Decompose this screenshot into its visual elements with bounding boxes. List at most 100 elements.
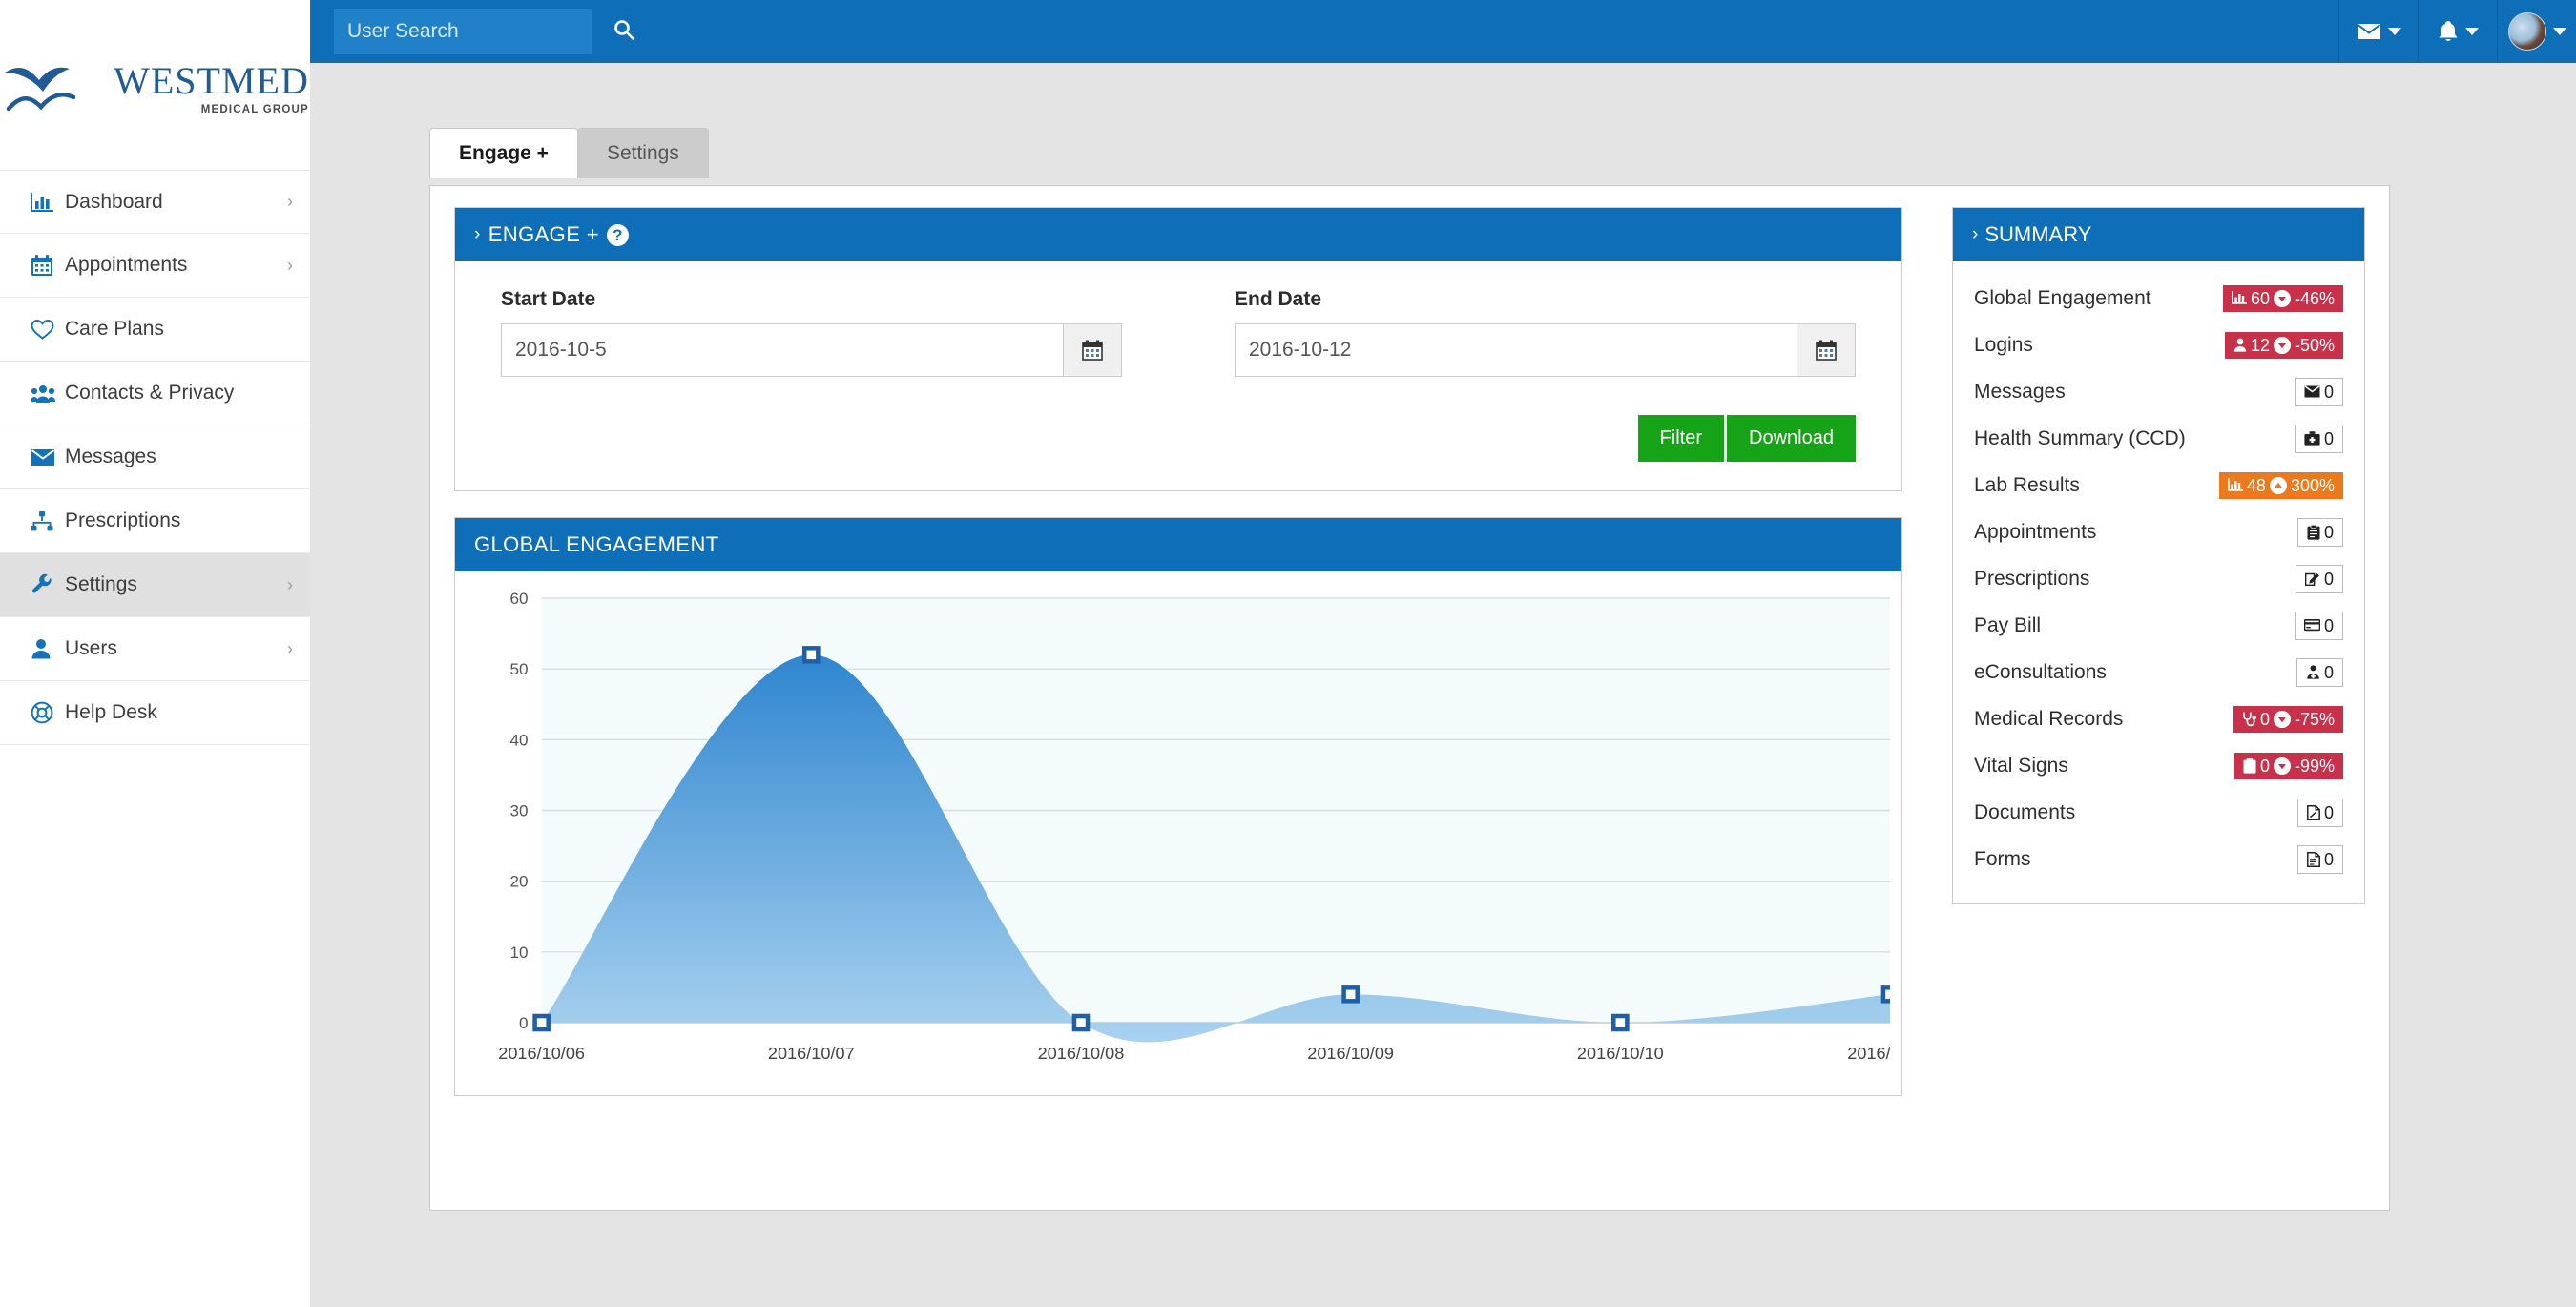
summary-row-trend: -50% — [2295, 337, 2335, 354]
end-date-input[interactable] — [1235, 323, 1797, 377]
summary-row-label: Pay Bill — [1974, 614, 2041, 637]
engagement-area-chart[interactable]: 01020304050602016/10/062016/10/072016/10… — [467, 589, 1890, 1089]
chevron-down-icon — [2553, 28, 2566, 35]
summary-panel-title: SUMMARY — [1984, 222, 2091, 247]
chart-panel-header: GLOBAL ENGAGEMENT — [455, 518, 1901, 571]
summary-row-label: Medical Records — [1974, 708, 2123, 731]
summary-row-badge[interactable]: 0 — [2296, 565, 2343, 593]
sidebar-item-label: Care Plans — [65, 318, 293, 341]
page-content: Engage +Settings › ENGAGE + ? Start Date — [310, 63, 2576, 1307]
filter-button[interactable]: Filter — [1638, 415, 1724, 462]
summary-row-count: 0 — [2324, 664, 2334, 681]
clipboard-icon — [2307, 525, 2320, 540]
summary-row[interactable]: Lab Results48300% — [1974, 462, 2343, 508]
start-date-calendar-button[interactable] — [1063, 323, 1122, 377]
question-circle-icon[interactable]: ? — [607, 224, 629, 246]
sidebar-item-contacts-privacy[interactable]: Contacts & Privacy — [0, 362, 310, 425]
summary-row-label: Messages — [1974, 381, 2066, 404]
summary-row-count: 0 — [2260, 711, 2270, 728]
summary-row[interactable]: Messages 0 — [1974, 368, 2343, 415]
summary-row-trend: -46% — [2295, 290, 2335, 307]
summary-row-badge[interactable]: 0-99% — [2234, 753, 2343, 779]
svg-text:30: 30 — [509, 802, 528, 820]
top-navbar — [310, 0, 2576, 63]
envelope-icon — [2304, 385, 2320, 398]
svg-text:2016/10/11: 2016/10/11 — [1847, 1044, 1890, 1063]
summary-row-label: Logins — [1974, 334, 2033, 357]
summary-row-badge[interactable]: 48300% — [2219, 472, 2343, 499]
end-date-calendar-button[interactable] — [1797, 323, 1856, 377]
summary-row-label: Prescriptions — [1974, 568, 2089, 591]
svg-text:10: 10 — [509, 944, 528, 962]
sidebar-item-appointments[interactable]: Appointments› — [0, 234, 310, 298]
avatar — [2508, 12, 2546, 51]
summary-row-badge[interactable]: 0 — [2295, 425, 2343, 453]
search-input[interactable] — [334, 9, 592, 54]
user-menu[interactable] — [2497, 0, 2576, 63]
messages-menu[interactable] — [2338, 0, 2418, 63]
summary-row[interactable]: Prescriptions 0 — [1974, 555, 2343, 602]
sidebar-item-help-desk[interactable]: Help Desk — [0, 681, 310, 745]
svg-text:60: 60 — [509, 590, 528, 608]
vitals-clipboard-icon — [2243, 758, 2256, 774]
summary-row[interactable]: Forms 0 — [1974, 836, 2343, 882]
end-date-label: End Date — [1235, 288, 1856, 311]
tab-engage[interactable]: Engage + — [429, 128, 578, 178]
summary-row-label: Global Engagement — [1974, 287, 2151, 310]
start-date-input[interactable] — [501, 323, 1063, 377]
caret-down-circle-icon — [2274, 290, 2291, 307]
summary-row-label: Health Summary (CCD) — [1974, 427, 2186, 450]
summary-row-label: Appointments — [1974, 521, 2096, 544]
summary-row[interactable]: Health Summary (CCD) 0 — [1974, 415, 2343, 462]
engage-panel: › ENGAGE + ? Start Date — [454, 207, 1902, 491]
sidebar-item-users[interactable]: Users› — [0, 617, 310, 681]
sidebar-item-prescriptions[interactable]: Prescriptions — [0, 489, 310, 553]
chevron-right-icon: › — [1972, 224, 1978, 245]
summary-row[interactable]: Pay Bill 0 — [1974, 602, 2343, 649]
download-button[interactable]: Download — [1727, 415, 1856, 462]
end-date-field: End Date — [1235, 288, 1856, 377]
summary-row-count: 0 — [2324, 617, 2334, 634]
summary-row-trend: -99% — [2295, 757, 2335, 775]
brand-logo[interactable]: WESTMED MEDICAL GROUP — [0, 0, 310, 170]
summary-row[interactable]: Appointments 0 — [1974, 508, 2343, 555]
summary-row-label: eConsultations — [1974, 661, 2107, 684]
chevron-right-icon: › — [287, 256, 293, 276]
notifications-menu[interactable] — [2418, 0, 2497, 63]
chevron-down-icon — [2388, 28, 2401, 35]
sidebar-item-messages[interactable]: Messages — [0, 425, 310, 489]
sidebar-item-settings[interactable]: Settings› — [0, 553, 310, 617]
summary-row[interactable]: Medical Records 0-75% — [1974, 695, 2343, 742]
summary-row-badge[interactable]: 0 — [2297, 845, 2343, 874]
tab-settings[interactable]: Settings — [577, 128, 709, 178]
caret-down-circle-icon — [2274, 711, 2291, 728]
brand-tagline: MEDICAL GROUP — [201, 104, 309, 115]
main-column: › ENGAGE + ? Start Date — [454, 207, 1902, 1122]
summary-row[interactable]: Global Engagement 60-46% — [1974, 275, 2343, 322]
bar-chart-icon — [2228, 478, 2243, 492]
chevron-right-icon: › — [474, 224, 481, 245]
summary-row-badge[interactable]: 0 — [2296, 658, 2343, 687]
summary-row-badge[interactable]: 0 — [2295, 378, 2343, 406]
tab-strip: Engage +Settings — [429, 128, 708, 178]
sidebar: WESTMED MEDICAL GROUP Dashboard›Appointm… — [0, 0, 310, 1307]
summary-row[interactable]: Logins 12-50% — [1974, 322, 2343, 368]
summary-row-badge[interactable]: 12-50% — [2225, 332, 2343, 359]
sidebar-item-care-plans[interactable]: Care Plans — [0, 298, 310, 362]
summary-row-badge[interactable]: 0 — [2295, 612, 2343, 640]
summary-row-badge[interactable]: 60-46% — [2223, 285, 2343, 312]
summary-row-label: Documents — [1974, 801, 2075, 824]
sidebar-item-label: Prescriptions — [65, 509, 293, 532]
summary-row[interactable]: Vital Signs0-99% — [1974, 742, 2343, 789]
summary-row-badge[interactable]: 0 — [2297, 518, 2343, 547]
calendar-icon — [1081, 339, 1104, 362]
sidebar-item-dashboard[interactable]: Dashboard› — [0, 170, 310, 234]
summary-list: Global Engagement 60-46% Logins 12-50% Messa… — [1953, 261, 2364, 903]
summary-row-label: Forms — [1974, 848, 2031, 871]
summary-row-badge[interactable]: 0 — [2297, 799, 2343, 827]
summary-row[interactable]: Documents 0 — [1974, 789, 2343, 836]
search-icon[interactable] — [613, 18, 635, 45]
summary-row-badge[interactable]: 0-75% — [2233, 706, 2343, 733]
file-pdf-icon — [2307, 805, 2320, 820]
summary-row[interactable]: eConsultations 0 — [1974, 649, 2343, 695]
